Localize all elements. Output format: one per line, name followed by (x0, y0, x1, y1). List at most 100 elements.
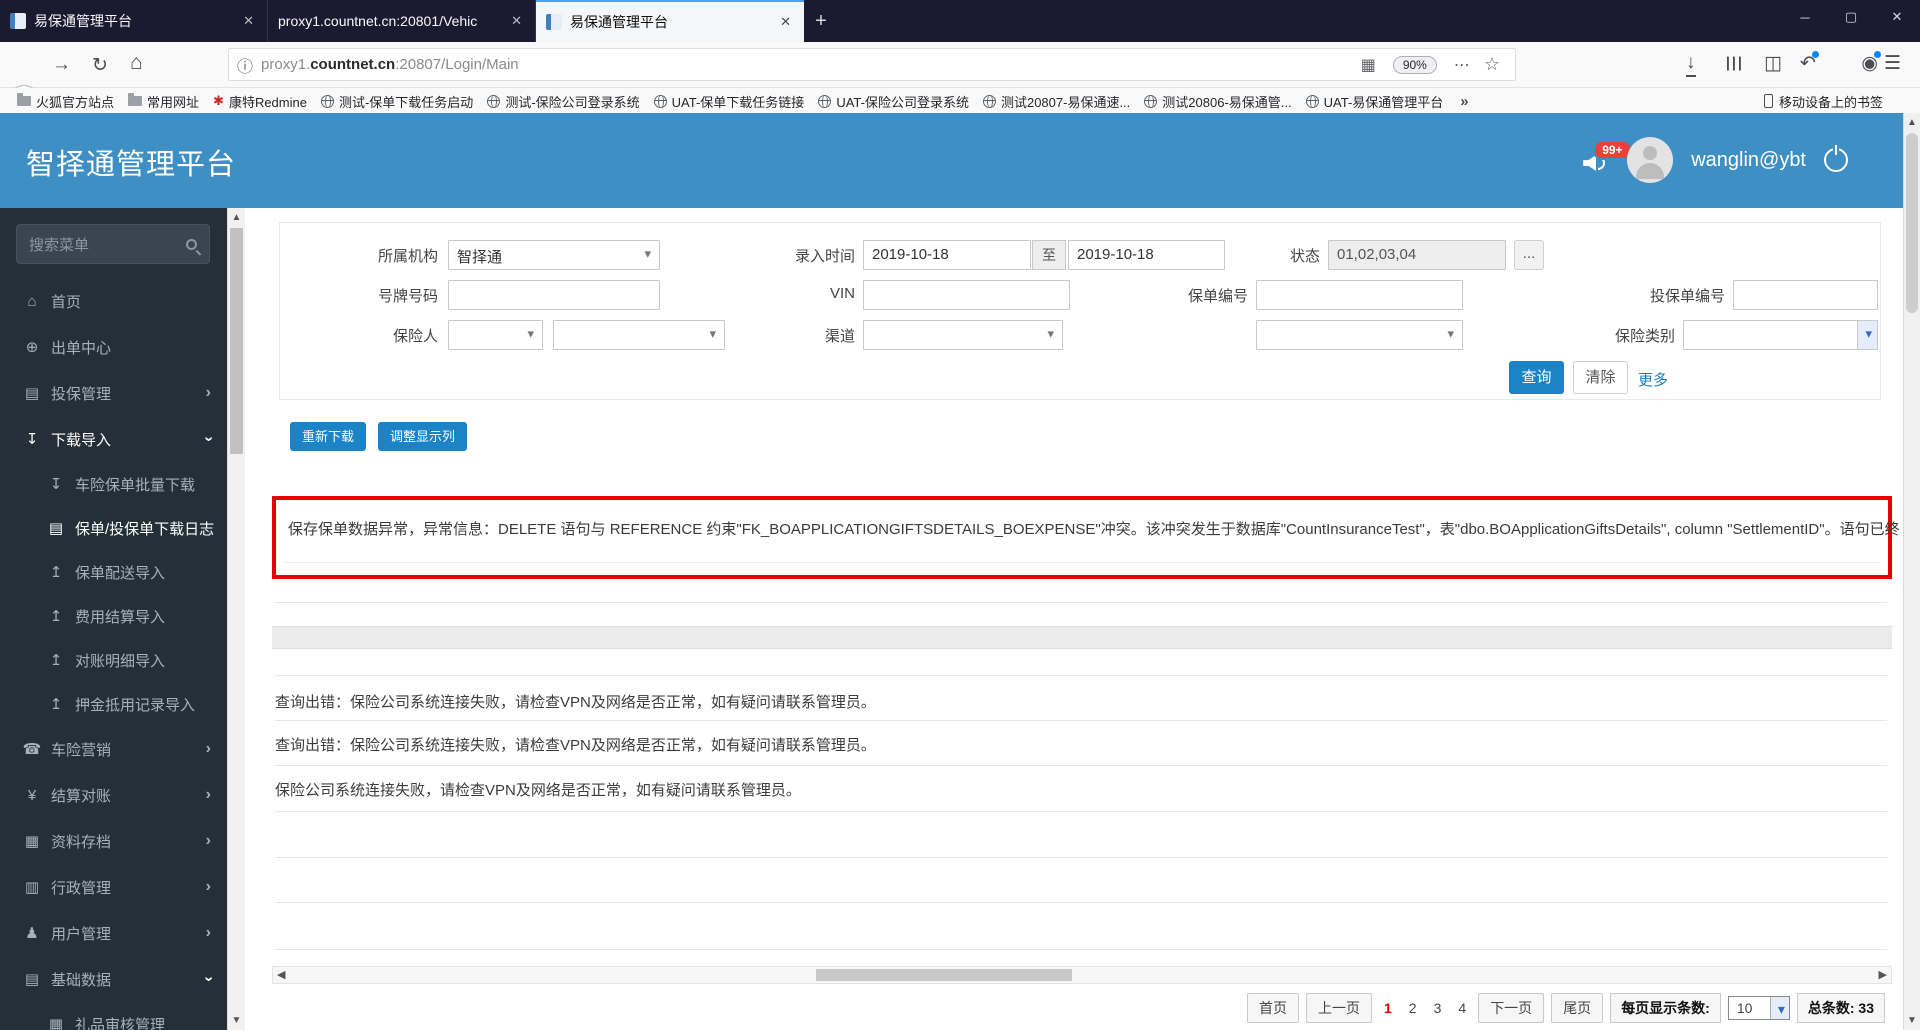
scroll-up-icon[interactable]: ▲ (1904, 117, 1920, 128)
scroll-up-icon[interactable]: ▲ (228, 212, 245, 223)
channel-select-2[interactable] (1256, 320, 1463, 350)
page-size-select[interactable]: 10 (1727, 996, 1790, 1020)
scroll-right-icon[interactable]: ▶ (1879, 968, 1887, 981)
search-button[interactable]: 查询 (1509, 361, 1564, 394)
bookmark-item[interactable]: 测试20807-易保通速... (976, 92, 1137, 111)
page-number-2[interactable]: 2 (1404, 996, 1422, 1020)
page-prev-button[interactable]: 上一页 (1306, 993, 1372, 1023)
bookmark-star-icon[interactable]: ☆ (1484, 54, 1500, 75)
bookmarks-overflow-icon[interactable]: » (1460, 93, 1468, 110)
browser-tab-1[interactable]: 易保通管理平台 ✕ (0, 0, 268, 42)
avatar[interactable] (1627, 137, 1674, 183)
bookmark-item[interactable]: 测试-保单下载任务启动 (314, 92, 480, 111)
sidebar-item-资料存档[interactable]: ▦ 资料存档 › (0, 818, 227, 864)
qr-extension-icon[interactable]: ▦ (1361, 55, 1376, 75)
library-icon[interactable]: ☰ (1721, 55, 1744, 72)
downloads-icon[interactable]: ↓ (1686, 52, 1696, 77)
tab-close-icon[interactable]: ✕ (508, 13, 525, 29)
scrollbar-thumb[interactable] (816, 969, 1072, 981)
scroll-down-icon[interactable]: ▼ (228, 1015, 245, 1026)
page-actions-icon[interactable]: ⋯ (1454, 55, 1470, 75)
menu-icon[interactable]: ☰ (1884, 52, 1901, 75)
sidebar-item-投保管理[interactable]: ▤ 投保管理 › (0, 370, 227, 416)
entry-date-from-input[interactable]: 2019-10-18 (863, 240, 1031, 270)
tab-close-icon[interactable]: ✕ (777, 14, 794, 30)
status-input[interactable]: 01,02,03,04 (1328, 240, 1506, 270)
sidebar-item-基础数据[interactable]: ▤ 基础数据 › (0, 956, 227, 1002)
window-minimize-button[interactable]: ─ (1782, 0, 1828, 34)
sidebar-search-input[interactable]: 搜索菜单 (16, 224, 210, 264)
sidebar-item-费用结算导入[interactable]: ↥ 费用结算导入 (0, 594, 227, 638)
sidebar-item-保单配送导入[interactable]: ↥ 保单配送导入 (0, 550, 227, 594)
clear-button[interactable]: 清除 (1573, 361, 1628, 394)
application-no-input[interactable] (1733, 280, 1878, 310)
sidebar-toggle-icon[interactable]: ◫ (1764, 52, 1782, 75)
mobile-bookmarks-item[interactable]: 移动设备上的书签 (1757, 92, 1890, 111)
content-vertical-scrollbar[interactable]: ▲ ▼ (227, 208, 245, 1030)
org-select[interactable]: 智择通 (448, 240, 660, 270)
entry-date-to-input[interactable]: 2019-10-18 (1068, 240, 1225, 270)
scrollbar-thumb[interactable] (230, 228, 243, 454)
home-button[interactable]: ⌂ (130, 51, 143, 75)
browser-tab-3-active[interactable]: 易保通管理平台 ✕ (536, 0, 804, 42)
insurer-select-1[interactable] (448, 320, 543, 350)
sidebar-item-结算对账[interactable]: ¥ 结算对账 › (0, 772, 227, 818)
page-first-button[interactable]: 首页 (1247, 993, 1299, 1023)
content-horizontal-scrollbar[interactable]: ◀ ▶ (272, 966, 1892, 984)
bookmark-item[interactable]: UAT-保险公司登录系统 (811, 92, 976, 111)
page-number-4[interactable]: 4 (1453, 996, 1471, 1020)
adjust-columns-button[interactable]: 调整显示列 (378, 422, 468, 451)
channel-select-1[interactable] (863, 320, 1063, 350)
sidebar-item-车险营销[interactable]: ☎ 车险营销 › (0, 726, 227, 772)
search-icon[interactable] (186, 238, 197, 250)
bookmark-item[interactable]: 测试20806-易保通管... (1137, 92, 1298, 111)
bookmark-item[interactable]: UAT-易保通管理平台 (1299, 92, 1451, 111)
bookmark-item[interactable]: ✱ 康特Redmine (206, 92, 314, 111)
sidebar-item-保单/投保单下载日志[interactable]: ▤ 保单/投保单下载日志 (0, 506, 227, 550)
page-number-3[interactable]: 3 (1429, 996, 1447, 1020)
sidebar-item-车险保单批量下载[interactable]: ↧ 车险保单批量下载 (0, 462, 227, 506)
window-maximize-button[interactable]: ▢ (1828, 0, 1874, 34)
sidebar-item-首页[interactable]: ⌂ 首页 (0, 278, 227, 324)
sidebar-item-对账明细导入[interactable]: ↥ 对账明细导入 (0, 638, 227, 682)
policy-no-input[interactable] (1256, 280, 1463, 310)
tab-close-icon[interactable]: ✕ (240, 13, 257, 29)
window-close-button[interactable]: ✕ (1874, 0, 1920, 34)
address-bar[interactable]: ⓘ proxy1.countnet.cn:20807/Login/Main ▦ … (228, 48, 1516, 81)
sidebar-item-行政管理[interactable]: ▥ 行政管理 › (0, 864, 227, 910)
bookmark-item[interactable]: UAT-保单下载任务链接 (647, 92, 812, 111)
scroll-down-icon[interactable]: ▼ (1904, 1015, 1920, 1026)
bookmark-item[interactable]: 常用网址 (121, 92, 206, 111)
sidebar-item-礼品审核管理[interactable]: ▦ 礼品审核管理 (0, 1002, 227, 1030)
plate-input[interactable] (448, 280, 660, 310)
forward-button[interactable]: → (52, 54, 71, 76)
undo-closed-tab-icon[interactable]: ↶ (1800, 53, 1816, 74)
scroll-left-icon[interactable]: ◀ (277, 968, 285, 981)
insurance-type-select[interactable] (1683, 320, 1878, 350)
sidebar-item-出单中心[interactable]: ⊕ 出单中心 (0, 324, 227, 370)
logout-power-icon[interactable] (1824, 145, 1848, 172)
vin-input[interactable] (863, 280, 1070, 310)
more-link[interactable]: 更多 (1638, 369, 1668, 390)
status-more-button[interactable]: ... (1514, 240, 1544, 270)
insurer-select-2[interactable] (553, 320, 725, 350)
site-info-icon[interactable]: ⓘ (237, 53, 253, 77)
redownload-button[interactable]: 重新下载 (290, 422, 367, 451)
page-next-button[interactable]: 下一页 (1478, 993, 1545, 1023)
page-number-1[interactable]: 1 (1379, 996, 1397, 1020)
sidebar-item-下载导入[interactable]: ↧ 下载导入 › (0, 416, 227, 462)
sidebar-item-用户管理[interactable]: ♟ 用户管理 › (0, 910, 227, 956)
notification-speaker-icon[interactable]: 99+ (1583, 140, 1632, 174)
bookmark-item[interactable]: 火狐官方站点 (10, 92, 121, 111)
globe-icon: ⊕ (25, 339, 39, 356)
browser-tab-2[interactable]: proxy1.countnet.cn:20801/Vehic ✕ (268, 0, 536, 42)
browser-vertical-scrollbar[interactable]: ▲ ▼ (1903, 113, 1920, 1030)
new-tab-button[interactable]: + (804, 0, 838, 42)
page-last-button[interactable]: 尾页 (1551, 993, 1604, 1023)
bookmark-item[interactable]: 测试-保险公司登录系统 (480, 92, 646, 111)
sidebar-item-押金抵用记录导入[interactable]: ↥ 押金抵用记录导入 (0, 682, 227, 726)
account-icon[interactable]: ◉ (1861, 53, 1878, 74)
reload-button[interactable]: ↻ (92, 54, 108, 77)
scrollbar-thumb[interactable] (1906, 133, 1918, 313)
zoom-level-button[interactable]: 90% (1392, 55, 1437, 74)
